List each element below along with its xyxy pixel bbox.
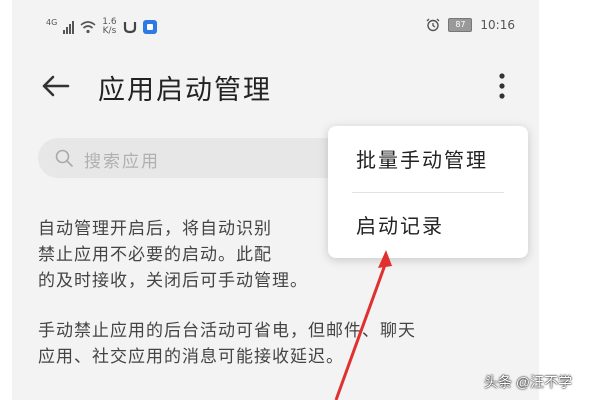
description-line: 手动禁止应用的后台活动可省电，但邮件、聊天 bbox=[38, 321, 416, 341]
page-title: 应用启动管理 bbox=[98, 75, 272, 106]
manual-manage-description: 手动禁止应用的后台活动可省电，但邮件、聊天 应用、社交应用的消息可能接收延迟。 bbox=[38, 318, 528, 370]
overflow-menu: 批量手动管理 启动记录 bbox=[328, 126, 528, 258]
battery-icon: 87 bbox=[448, 18, 473, 32]
alarm-icon bbox=[426, 18, 440, 32]
search-placeholder: 搜索应用 bbox=[84, 152, 160, 172]
status-right: 87 10:16 bbox=[426, 18, 515, 32]
shield-icon bbox=[142, 20, 157, 34]
wifi-icon bbox=[80, 20, 96, 33]
status-left: 4G 1.6 K/s bbox=[46, 18, 157, 36]
status-bar: 4G 1.6 K/s 87 10:16 bbox=[12, 0, 539, 54]
phone-screen: 4G 1.6 K/s 87 10:16 应用启动管理 搜索应用 自动管理开启后，… bbox=[12, 0, 539, 400]
network-label: 4G bbox=[46, 17, 58, 27]
description-line: 的及时接收，关闭后可手动管理。 bbox=[38, 271, 308, 291]
menu-divider bbox=[352, 192, 504, 193]
back-arrow-icon[interactable] bbox=[38, 68, 74, 104]
network-speed: 1.6 K/s bbox=[102, 18, 116, 36]
signal-icon bbox=[63, 20, 75, 34]
search-icon bbox=[55, 149, 73, 167]
menu-item-launch-records[interactable]: 启动记录 bbox=[356, 210, 444, 239]
search-input[interactable]: 搜索应用 bbox=[38, 138, 358, 178]
description-line: 应用、社交应用的消息可能接收延迟。 bbox=[38, 347, 344, 367]
menu-item-batch-manual[interactable]: 批量手动管理 bbox=[356, 144, 488, 173]
notification-app-icon bbox=[123, 22, 136, 34]
more-vertical-icon[interactable] bbox=[492, 68, 512, 104]
battery-level: 87 bbox=[455, 20, 466, 29]
clock: 10:16 bbox=[480, 18, 515, 32]
app-header: 应用启动管理 bbox=[12, 54, 539, 120]
watermark: 头条 @汪不学 bbox=[484, 374, 573, 390]
speed-unit: K/s bbox=[102, 26, 117, 36]
